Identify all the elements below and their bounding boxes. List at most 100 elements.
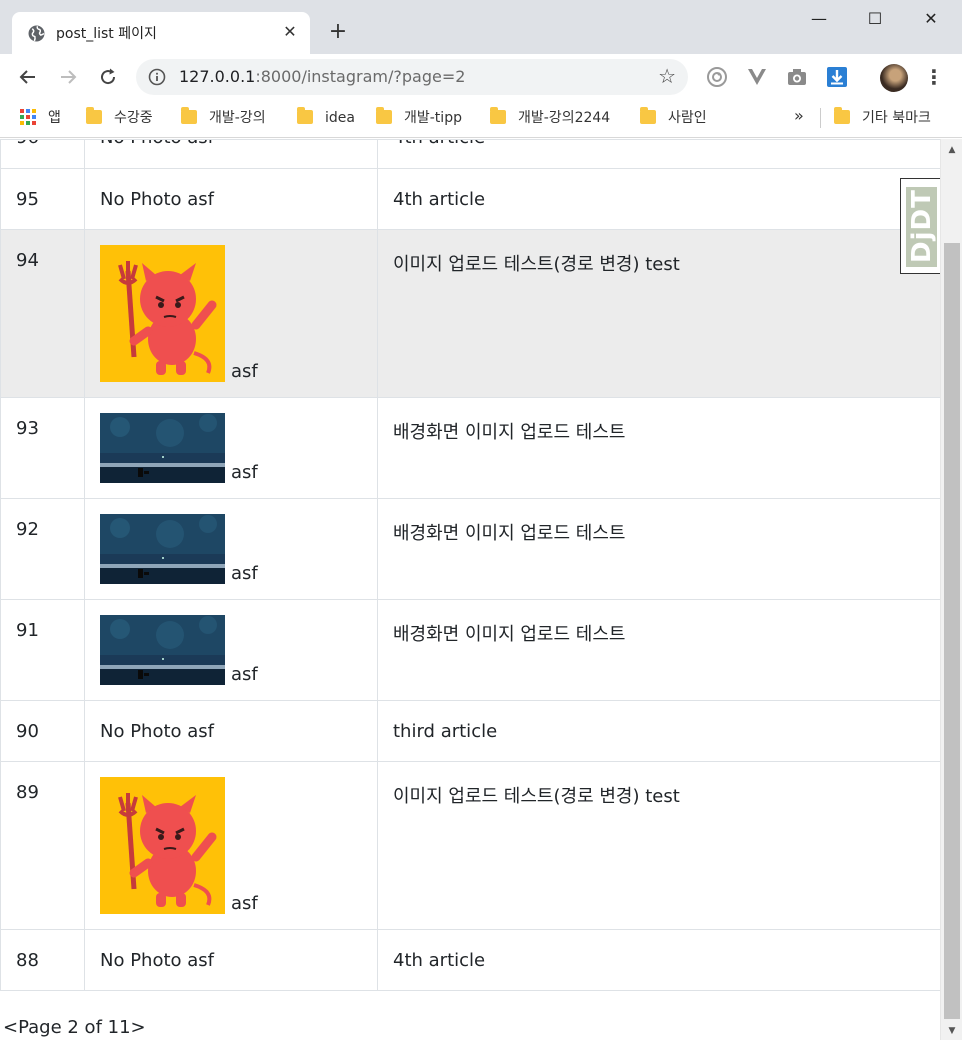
devil-thumbnail[interactable]: [100, 777, 225, 914]
post-id-cell: 92: [0, 498, 85, 600]
folder-icon: [834, 107, 850, 124]
table-row: 88 No Photo asf 4th article: [0, 929, 940, 991]
bookmark-folder-5[interactable]: 개발-강의2244: [490, 107, 611, 128]
post-message-cell: 이미지 업로드 테스트(경로 변경) test: [377, 761, 940, 930]
djdt-label: DjDT: [907, 189, 937, 263]
table-row: 89 asf 이미지 업로드 테스트(경로 변경) test: [0, 761, 940, 930]
pagination: <Page 2 of 11>: [3, 1017, 146, 1038]
post-photo-cell: asf: [84, 599, 378, 701]
night-wallpaper-thumbnail[interactable]: [100, 514, 225, 584]
post-author: asf: [231, 563, 258, 584]
post-id: 94: [16, 250, 39, 271]
scrollbar-thumb[interactable]: [944, 243, 960, 1019]
maximize-button[interactable]: ☐: [852, 4, 898, 34]
minimize-button[interactable]: —: [796, 4, 842, 34]
post-message-cell: 배경화면 이미지 업로드 테스트: [377, 599, 940, 701]
bookmark-label: idea: [325, 110, 355, 126]
post-id-cell: 93: [0, 397, 85, 499]
bookmark-label: 앱: [48, 110, 61, 126]
devil-thumbnail[interactable]: [100, 245, 225, 382]
url-text[interactable]: 127.0.0.1:8000/instagram/?page=2: [179, 67, 465, 86]
post-id-cell: 88: [0, 929, 85, 991]
post-id-cell: 89: [0, 761, 85, 930]
post-id-cell: 95: [0, 168, 85, 230]
post-author: No Photo asf: [100, 189, 215, 210]
post-message: 4th article: [393, 950, 486, 971]
django-debug-toolbar-handle[interactable]: DjDT: [900, 178, 940, 274]
table-row: 94 asf 이미지 업로드 테스트(경로 변경) test: [0, 229, 940, 398]
page-scrollbar[interactable]: ▲ ▼: [940, 139, 962, 1040]
profile-avatar[interactable]: [880, 64, 908, 92]
table-row: 90 No Photo asf third article: [0, 700, 940, 762]
post-message-cell: 배경화면 이미지 업로드 테스트: [377, 498, 940, 600]
close-window-button[interactable]: ✕: [908, 4, 954, 34]
post-author: No Photo asf: [100, 141, 214, 149]
post-author: asf: [231, 462, 258, 483]
bookmark-folder-4[interactable]: 개발-tipp: [376, 107, 462, 128]
post-photo-cell: No Photo asf: [84, 929, 378, 991]
download-extension-icon[interactable]: [826, 66, 848, 88]
post-message: 이미지 업로드 테스트(경로 변경) test: [393, 254, 680, 275]
address-bar[interactable]: 127.0.0.1:8000/instagram/?page=2 ☆: [136, 59, 688, 95]
folder-icon: [490, 107, 506, 124]
table-row: 92 asf 배경화면 이미지 업로드 테스트: [0, 498, 940, 600]
table-row: 93 asf 배경화면 이미지 업로드 테스트: [0, 397, 940, 499]
bookmarks-overflow-button[interactable]: »: [794, 106, 804, 125]
post-photo-cell: asf: [84, 229, 378, 398]
folder-icon: [181, 107, 197, 124]
post-id: 88: [16, 950, 39, 971]
bookmark-label: 개발-강의2244: [518, 110, 611, 126]
post-id: 89: [16, 782, 39, 803]
post-id: 93: [16, 418, 39, 439]
djdt-badge: DjDT: [906, 187, 937, 267]
post-photo-cell: No Photo asf: [84, 168, 378, 230]
post-author: asf: [231, 361, 258, 382]
post-id: 91: [16, 620, 39, 641]
new-tab-button[interactable]: +: [326, 20, 350, 44]
post-table: 96 No Photo asf 4th article 95 No Photo a…: [0, 139, 940, 991]
scroll-down-arrow-icon[interactable]: ▼: [941, 1026, 962, 1036]
table-row: 95 No Photo asf 4th article: [0, 168, 940, 230]
other-bookmarks[interactable]: 기타 북마크: [834, 107, 931, 128]
post-message: 배경화면 이미지 업로드 테스트: [393, 523, 626, 544]
bookmark-label: 개발-tipp: [404, 110, 462, 126]
bookmark-folder-3[interactable]: idea: [297, 107, 355, 128]
post-id-cell: 94: [0, 229, 85, 398]
reload-button[interactable]: [94, 63, 122, 91]
post-list: 96 No Photo asf 4th article 95 No Photo a…: [0, 139, 940, 1038]
bookmark-folder-6[interactable]: 사람인: [640, 107, 707, 128]
post-photo-cell: No Photo asf: [84, 139, 378, 169]
browser-title-bar: post_list 페이지 ✕ + — ☐ ✕: [0, 0, 962, 54]
menu-kebab-icon[interactable]: ⋮: [924, 64, 944, 90]
bookmark-apps[interactable]: 앱: [20, 108, 61, 128]
vue-devtools-extension-icon[interactable]: [746, 66, 768, 88]
screenshot-extension-icon[interactable]: [786, 66, 808, 88]
bookmark-folder-1[interactable]: 수강중: [86, 107, 153, 128]
close-tab-icon[interactable]: ✕: [282, 24, 298, 40]
post-message-cell: 4th article: [377, 168, 940, 230]
post-id-cell: 96: [0, 139, 85, 169]
bookmark-star-icon[interactable]: ☆: [658, 66, 676, 86]
forward-button[interactable]: [54, 63, 82, 91]
bookmark-folder-2[interactable]: 개발-강의: [181, 107, 266, 128]
url-path: :8000/instagram/?page=2: [255, 67, 466, 86]
folder-icon: [86, 107, 102, 124]
post-message: 이미지 업로드 테스트(경로 변경) test: [393, 786, 680, 807]
post-author: No Photo asf: [100, 721, 215, 742]
night-wallpaper-thumbnail[interactable]: [100, 413, 225, 483]
scroll-up-arrow-icon[interactable]: ▲: [941, 145, 962, 155]
post-message-cell: 4th article: [377, 929, 940, 991]
camera-lens-extension-icon[interactable]: [706, 66, 728, 88]
browser-tab[interactable]: post_list 페이지 ✕: [12, 12, 310, 54]
post-id: 90: [16, 721, 39, 742]
browser-toolbar: 127.0.0.1:8000/instagram/?page=2 ☆ ⋮: [0, 54, 962, 100]
post-id-cell: 90: [0, 700, 85, 762]
folder-icon: [640, 107, 656, 124]
bookmarks-divider: [820, 108, 821, 128]
folder-icon: [376, 107, 392, 124]
folder-icon: [297, 107, 313, 124]
info-icon[interactable]: [148, 68, 166, 86]
back-button[interactable]: [14, 63, 42, 91]
night-wallpaper-thumbnail[interactable]: [100, 615, 225, 685]
post-message-cell: third article: [377, 700, 940, 762]
